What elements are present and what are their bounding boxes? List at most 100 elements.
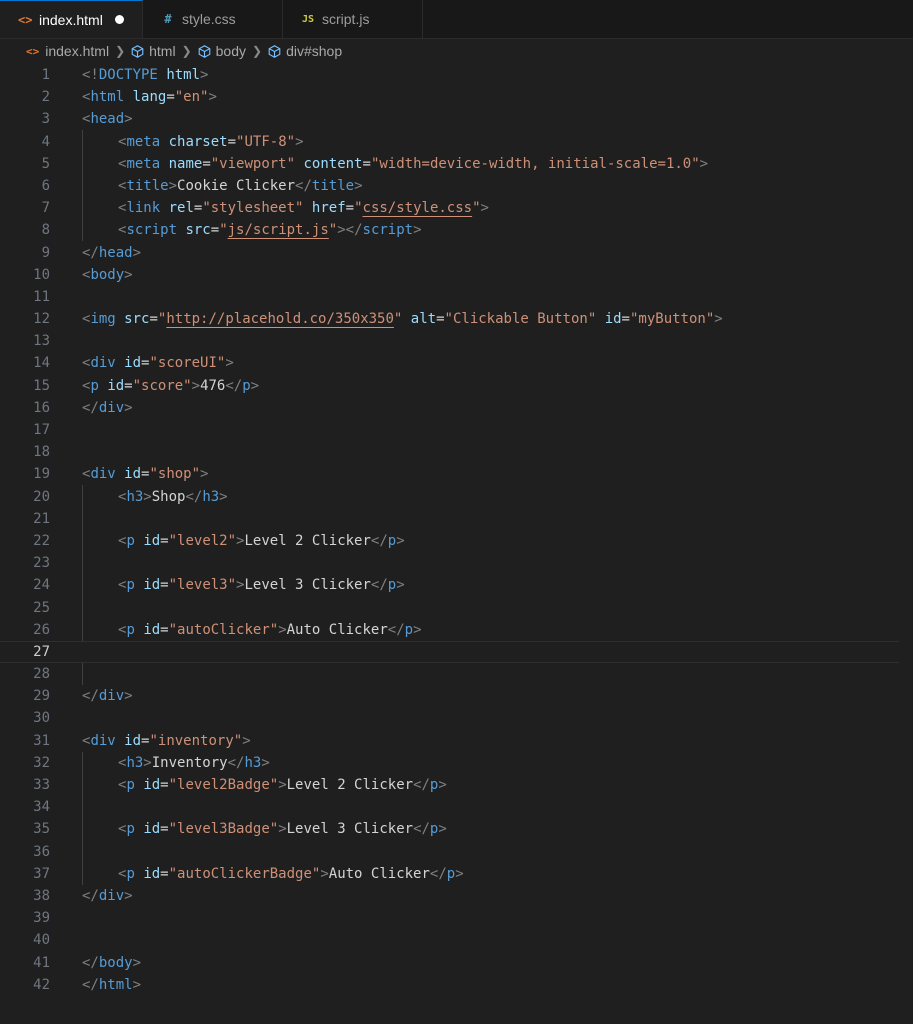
code-token: 476 (200, 377, 226, 394)
code-line[interactable]: 15 <p id="score">476</p> (0, 375, 913, 397)
code-line[interactable]: 28 (0, 663, 913, 685)
code-editor[interactable]: 1 <!DOCTYPE html> 2 <html lang="en"> 3 <head>… (0, 64, 913, 1024)
code-line[interactable]: 1 <!DOCTYPE html> (0, 64, 913, 86)
code-line[interactable]: 7 <link rel="stylesheet" href="css/style.… (0, 197, 913, 219)
code-token: rel (168, 200, 194, 217)
css-file-icon: # (164, 12, 172, 26)
breadcrumb-file[interactable]: <> index.html (26, 43, 109, 59)
code-token: = (124, 377, 133, 394)
element-cube-icon (131, 44, 144, 58)
breadcrumb-item-html[interactable]: html (131, 43, 176, 59)
code-line[interactable]: 14 <div id="scoreUI"> (0, 352, 913, 374)
tab-style-css[interactable]: # style.css (143, 0, 283, 38)
code-line[interactable]: 36 (0, 841, 913, 863)
breadcrumb-item-label: div#shop (286, 43, 343, 59)
code-line[interactable]: 23 (0, 552, 913, 574)
code-token: > (219, 488, 228, 505)
code-line[interactable]: 31 <div id="inventory"> (0, 730, 913, 752)
code-line[interactable]: 30 (0, 707, 913, 729)
code-line[interactable]: 39 (0, 907, 913, 929)
code-line[interactable]: 17 (0, 419, 913, 441)
code-token: Shop (151, 488, 186, 505)
code-token: h3 (126, 754, 144, 771)
line-number: 6 (41, 177, 50, 194)
code-token: = (345, 200, 355, 217)
line-number: 2 (41, 89, 50, 106)
code-token: </ (82, 887, 99, 904)
code-token: id (143, 865, 161, 882)
code-line[interactable]: 34 (0, 796, 913, 818)
code-line[interactable]: 16 </div> (0, 397, 913, 419)
code-token: "level3Badge" (168, 821, 279, 838)
code-token: </ (413, 777, 430, 793)
code-line[interactable]: 42 </html> (0, 974, 913, 996)
code-token: > (480, 200, 489, 217)
code-token: > (191, 377, 201, 394)
code-line[interactable]: 6 <title>Cookie Clicker</title> (0, 175, 913, 197)
chevron-right-icon: ❯ (252, 44, 263, 58)
code-line[interactable]: 37 <p id="autoClickerBadge">Auto Clicker<… (0, 863, 913, 885)
tab-script-js[interactable]: JS script.js (283, 0, 423, 38)
line-number: 42 (33, 976, 50, 993)
code-line[interactable]: 24 <p id="level3">Level 3 Clicker</p> (0, 574, 913, 596)
code-line[interactable]: 27 (0, 640, 913, 664)
code-line[interactable]: 12 <img src="http://placehold.co/350x350"… (0, 308, 913, 330)
code-token: = (166, 89, 175, 106)
code-line[interactable]: 21 (0, 508, 913, 530)
code-line[interactable]: 3 <head> (0, 108, 913, 130)
code-line[interactable]: 29 </div> (0, 685, 913, 707)
code-line[interactable]: 33 <p id="level2Badge">Level 2 Clicker</p… (0, 774, 913, 796)
code-token: div (90, 466, 116, 483)
code-line[interactable]: 11 (0, 286, 913, 308)
code-text: <div id="scoreUI"> (82, 352, 234, 374)
code-line[interactable]: 2 <html lang="en"> (0, 86, 913, 108)
code-token: </ (185, 488, 203, 505)
code-token: name (168, 155, 203, 172)
code-token: > (124, 266, 133, 283)
breadcrumb-item-body[interactable]: body (198, 43, 246, 59)
code-token: > (200, 67, 209, 83)
breadcrumb-item-div-shop[interactable]: div#shop (268, 43, 342, 59)
code-line[interactable]: 4 <meta charset="UTF-8"> (0, 131, 913, 153)
code-line[interactable]: 19 <div id="shop"> (0, 463, 913, 485)
code-token: p (126, 577, 135, 594)
code-line[interactable]: 40 (0, 929, 913, 951)
code-line[interactable]: 25 (0, 597, 913, 619)
code-token: p (387, 577, 397, 594)
code-token: > (124, 111, 133, 128)
code-line[interactable]: 20 <h3>Shop</h3> (0, 486, 913, 508)
element-cube-icon (268, 44, 281, 58)
code-line[interactable]: 22 <p id="level2">Level 2 Clicker</p> (0, 530, 913, 552)
code-text: <div id="inventory"> (82, 730, 251, 752)
code-line[interactable]: 5 <meta name="viewport" content="width=de… (0, 153, 913, 175)
code-token: "myButton" (629, 311, 715, 328)
chevron-right-icon: ❯ (181, 44, 192, 58)
tab-label: script.js (322, 11, 370, 27)
code-line[interactable]: 18 (0, 441, 913, 463)
code-token: meta (126, 155, 161, 172)
editor-scrollbar[interactable] (899, 64, 913, 1024)
line-number: 36 (33, 843, 50, 860)
code-text: </div> (82, 397, 133, 419)
tab-index-html[interactable]: <> index.html (0, 0, 143, 38)
code-line[interactable]: 26 <p id="autoClicker">Auto Clicker</p> (0, 619, 913, 641)
code-line[interactable]: 38 </div> (0, 885, 913, 907)
code-line[interactable]: 13 (0, 330, 913, 352)
code-token: script (362, 222, 414, 239)
code-token: script (126, 222, 178, 239)
line-number: 11 (33, 288, 50, 305)
code-line[interactable]: 41 </body> (0, 952, 913, 974)
code-token: http://placehold.co/350x350 (166, 311, 394, 328)
code-line[interactable]: 35 <p id="level3Badge">Level 3 Clicker</p… (0, 818, 913, 840)
code-line[interactable]: 10 <body> (0, 264, 913, 286)
code-token: div (98, 399, 125, 416)
code-token: id (143, 532, 161, 549)
line-number: 37 (33, 865, 50, 882)
code-line[interactable]: 8 <script src="js/script.js"></script> (0, 219, 913, 241)
code-line[interactable]: 32 <h3>Inventory</h3> (0, 752, 913, 774)
code-line[interactable]: 9 </head> (0, 242, 913, 264)
unsaved-dot-icon[interactable] (114, 15, 124, 24)
code-token: p (242, 377, 251, 394)
code-token: id (124, 466, 142, 483)
